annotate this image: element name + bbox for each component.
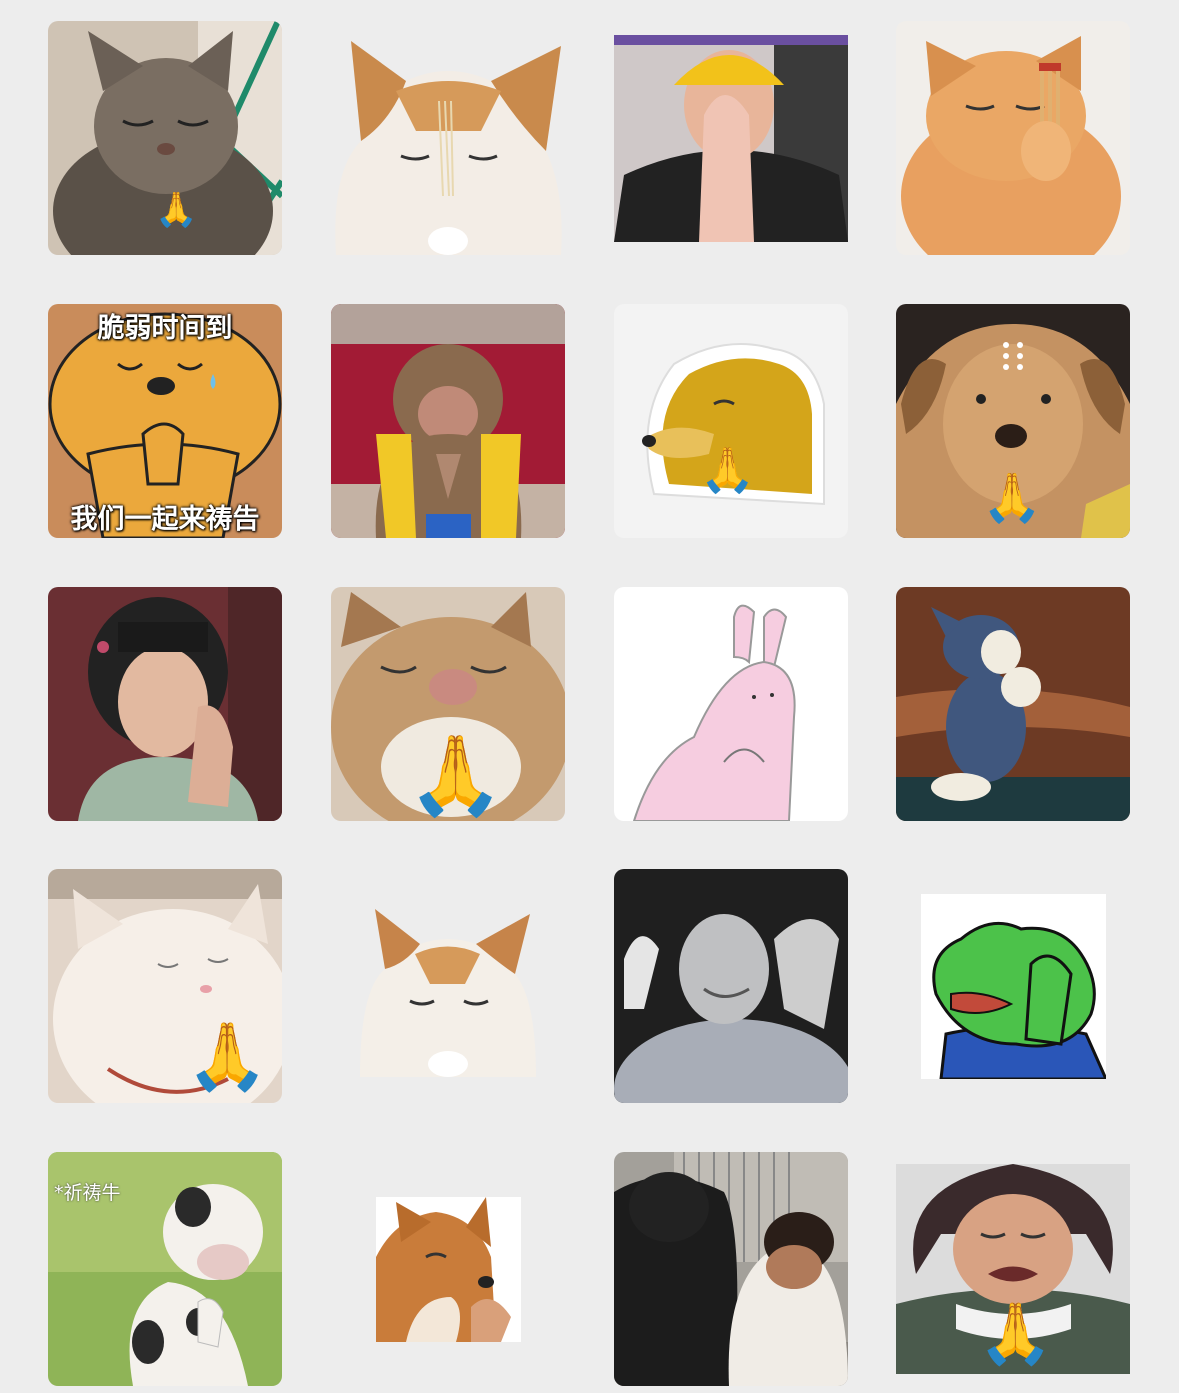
shiba-small-image (376, 1197, 521, 1342)
sticker-hardhat-man[interactable] (614, 35, 848, 242)
sticker-cat-incense-sticks[interactable] (896, 21, 1130, 255)
sticker-cartoon-cat[interactable] (896, 587, 1130, 821)
sticker-cow[interactable]: *祈祷牛 (48, 1152, 282, 1386)
sticker-frog[interactable] (921, 894, 1106, 1079)
frog-image (921, 894, 1106, 1079)
sticker-tabby-cat[interactable]: 🙏 (48, 21, 282, 255)
sticker-monkey[interactable] (331, 304, 565, 538)
cat-praying-small-image (360, 909, 536, 1077)
praying-hands-icon: 🙏 (978, 1299, 1053, 1369)
sticker-bear-prayer[interactable]: 脆弱时间到 我们一起来祷告 (48, 304, 282, 538)
woman-costume-image (48, 587, 282, 821)
sticker-cat-closed-eyes[interactable]: 🙏 (331, 587, 565, 821)
praying-hands-icon: 🙏 (155, 190, 198, 230)
sticker-cat-praying-small[interactable] (360, 909, 536, 1077)
sticker-dog-dots[interactable]: 🙏 (896, 304, 1130, 538)
praying-hands-icon: 🙏 (407, 731, 505, 821)
two-kneeling-image (614, 1152, 848, 1386)
pink-rabbit-image (614, 587, 848, 821)
caption-top: 脆弱时间到 (97, 313, 233, 344)
sticker-woman-costume[interactable] (48, 587, 282, 821)
sticker-man-clapping[interactable] (614, 869, 848, 1103)
sticker-doge[interactable]: 🙏 (614, 304, 848, 538)
monkey-image (331, 304, 565, 538)
caption-corner: *祈祷牛 (54, 1182, 121, 1204)
praying-hands-icon: 🙏 (700, 445, 755, 496)
cartoon-cat-image (896, 587, 1130, 821)
praying-hands-icon: 🙏 (186, 1018, 269, 1095)
sticker-shiba-small[interactable] (376, 1197, 521, 1342)
hardhat-man-image (614, 35, 848, 242)
caption-bottom: 我们一起来祷告 (70, 504, 260, 535)
sticker-two-kneeling[interactable] (614, 1152, 848, 1386)
man-clapping-image (614, 869, 848, 1103)
cat-incense-image (331, 21, 565, 255)
sticker-cat-incense[interactable] (331, 21, 565, 255)
doge-image (614, 304, 848, 538)
sticker-white-cat[interactable]: 🙏 (48, 869, 282, 1103)
sticker-man-fur-hat[interactable]: 🙏 (896, 1164, 1130, 1374)
sticker-pink-rabbit[interactable] (614, 587, 848, 821)
cat-incense-sticks-image (896, 21, 1130, 255)
praying-hands-icon: 🙏 (982, 470, 1042, 526)
